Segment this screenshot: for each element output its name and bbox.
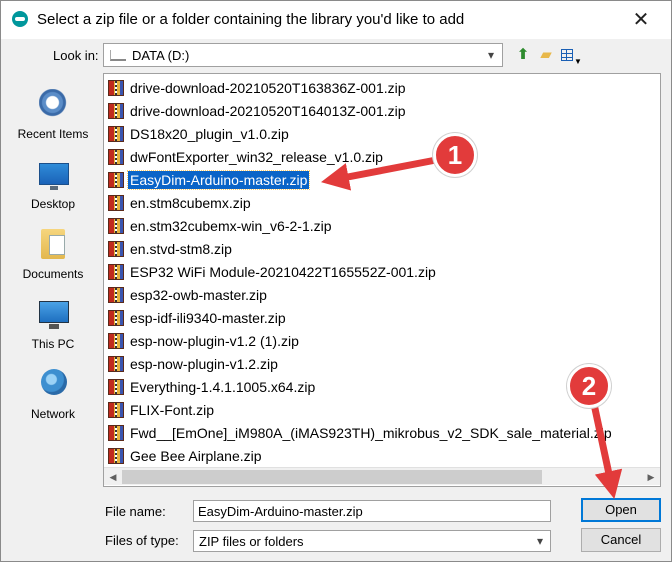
- close-button[interactable]: ✕: [619, 5, 663, 35]
- zip-file-icon: [108, 287, 124, 303]
- file-name: Everything-1.4.1.1005.x64.zip: [130, 379, 316, 395]
- file-name: en.stvd-stm8.zip: [130, 241, 232, 257]
- dialog-title: Select a zip file or a folder containing…: [37, 11, 465, 28]
- place-label: Recent Items: [17, 127, 89, 141]
- file-name: en.stm8cubemx.zip: [130, 195, 251, 211]
- file-name: esp-now-plugin-v1.2 (1).zip: [130, 333, 299, 349]
- new-folder-icon[interactable]: ▰: [536, 45, 556, 65]
- zip-file-icon: [108, 333, 124, 349]
- look-in-dropdown[interactable]: DATA (D:) ▾: [103, 43, 503, 67]
- file-name: drive-download-20210520T163836Z-001.zip: [130, 80, 406, 96]
- file-name: esp-now-plugin-v1.2.zip: [130, 356, 278, 372]
- file-name-input[interactable]: EasyDim-Arduino-master.zip: [193, 500, 551, 522]
- zip-file-icon: [108, 80, 124, 96]
- file-name: esp32-owb-master.zip: [130, 287, 267, 303]
- zip-file-icon: [108, 149, 124, 165]
- folder-up-icon[interactable]: ⬆: [513, 45, 533, 65]
- view-menu-icon[interactable]: ▼: [559, 45, 582, 66]
- file-name: en.stm32cubemx-win_v6-2-1.zip: [130, 218, 332, 234]
- places-sidebar: Recent Items Desktop Documents This PC N…: [11, 73, 95, 473]
- file-chooser-dialog: Select a zip file or a folder containing…: [0, 0, 672, 562]
- zip-file-icon: [108, 379, 124, 395]
- zip-file-icon: [108, 310, 124, 326]
- file-name: Fwd__[EmOne]_iM980A_(iMAS923TH)_mikrobus…: [130, 425, 612, 441]
- place-desktop[interactable]: Desktop: [11, 155, 95, 221]
- zip-file-icon: [108, 425, 124, 441]
- place-label: Documents: [22, 267, 84, 281]
- step-badge-2: 2: [567, 364, 611, 408]
- file-type-dropdown[interactable]: ZIP files or folders ▾: [193, 530, 551, 552]
- file-name: Gee Bee Airplane.zip: [130, 448, 262, 464]
- file-name: DS18x20_plugin_v1.0.zip: [130, 126, 289, 142]
- chevron-down-icon[interactable]: ▾: [531, 532, 549, 550]
- place-label: Network: [30, 407, 75, 421]
- zip-file-icon: [108, 172, 124, 188]
- zip-file-icon: [108, 241, 124, 257]
- place-label: Desktop: [30, 197, 76, 211]
- file-name: EasyDim-Arduino-master.zip: [126, 170, 311, 190]
- file-list[interactable]: drive-download-20210520T163836Z-001.zip …: [103, 73, 661, 487]
- cancel-button[interactable]: Cancel: [581, 528, 661, 552]
- zip-file-icon: [108, 195, 124, 211]
- zip-file-icon: [108, 356, 124, 372]
- file-name-label: File name:: [105, 504, 166, 519]
- file-name: FLIX-Font.zip: [130, 402, 215, 418]
- look-in-label: Look in:: [53, 48, 99, 63]
- file-name: dwFontExporter_win32_release_v1.0.zip: [130, 149, 383, 165]
- horizontal-scrollbar[interactable]: ◀ ▶: [104, 467, 660, 485]
- title-bar: Select a zip file or a folder containing…: [1, 1, 671, 39]
- scroll-thumb[interactable]: [122, 470, 542, 484]
- look-in-value: DATA (D:): [132, 48, 190, 63]
- zip-file-icon: [108, 103, 124, 119]
- scroll-right-icon[interactable]: ▶: [642, 468, 660, 486]
- step-badge-1: 1: [433, 133, 477, 177]
- zip-file-icon: [108, 402, 124, 418]
- recent-items-icon: [39, 89, 69, 119]
- documents-icon: [41, 229, 65, 259]
- place-label: This PC: [31, 337, 75, 351]
- place-network[interactable]: Network: [11, 365, 95, 431]
- caret-down-icon: ▼: [574, 57, 582, 66]
- zip-file-icon: [108, 448, 124, 464]
- place-recent-items[interactable]: Recent Items: [11, 85, 95, 151]
- place-documents[interactable]: Documents: [11, 225, 95, 291]
- list-view-icon: [561, 49, 573, 61]
- this-pc-icon: [39, 301, 69, 329]
- scroll-left-icon[interactable]: ◀: [104, 468, 122, 486]
- drive-icon: [110, 50, 126, 61]
- file-name: drive-download-20210520T164013Z-001.zip: [130, 103, 406, 119]
- file-name: esp-idf-ili9340-master.zip: [130, 310, 286, 326]
- network-icon: [41, 369, 67, 395]
- open-button[interactable]: Open: [581, 498, 661, 522]
- desktop-icon: [39, 163, 69, 190]
- chevron-down-icon[interactable]: ▾: [481, 45, 501, 65]
- zip-file-icon: [108, 218, 124, 234]
- place-this-pc[interactable]: This PC: [11, 295, 95, 361]
- file-type-label: Files of type:: [105, 533, 179, 548]
- zip-file-icon: [108, 264, 124, 280]
- file-type-value: ZIP files or folders: [199, 534, 304, 549]
- zip-file-icon: [108, 126, 124, 142]
- file-name: ESP32 WiFi Module-20210422T165552Z-001.z…: [130, 264, 436, 280]
- arduino-app-icon: [12, 11, 28, 27]
